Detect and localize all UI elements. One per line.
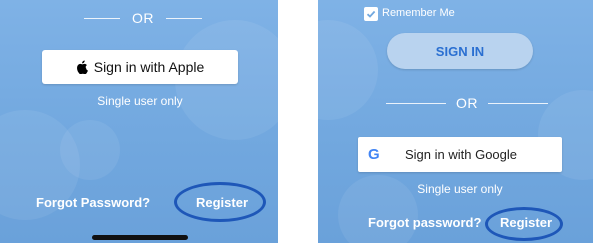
register-link[interactable]: Register [500,215,552,230]
forgot-password-link[interactable]: Forgot password? [368,215,481,230]
sign-in-button[interactable]: SIGN IN [387,33,533,69]
background-bubble [318,20,378,120]
or-divider: OR [386,95,548,111]
divider-line [386,102,446,104]
single-user-note: Single user only [97,94,183,108]
divider-line [166,17,202,19]
or-label: OR [456,95,478,111]
right-login-screen: Remember Me SIGN IN OR G Sign in with Go… [318,0,593,243]
apple-button-label: Sign in with Apple [93,59,205,75]
sign-in-with-google-button[interactable]: G Sign in with Google [358,137,562,172]
or-divider: OR [84,10,202,26]
single-user-note: Single user only [417,182,503,196]
forgot-password-link[interactable]: Forgot Password? [36,195,150,210]
remember-me-label: Remember Me [382,7,455,19]
or-label: OR [132,10,154,26]
google-button-label: Sign in with Google [405,147,518,162]
remember-me-checkbox[interactable] [364,7,378,21]
apple-icon [76,60,88,74]
home-indicator [92,235,188,240]
divider-line [488,102,548,104]
sign-in-with-apple-button[interactable]: Sign in with Apple [42,50,238,84]
checkmark-icon [366,10,376,18]
left-login-screen: OR Sign in with Apple Single user only F… [0,0,278,243]
register-link[interactable]: Register [196,195,248,210]
divider-line [84,17,120,19]
background-bubble [60,120,120,180]
google-icon: G [368,146,380,163]
